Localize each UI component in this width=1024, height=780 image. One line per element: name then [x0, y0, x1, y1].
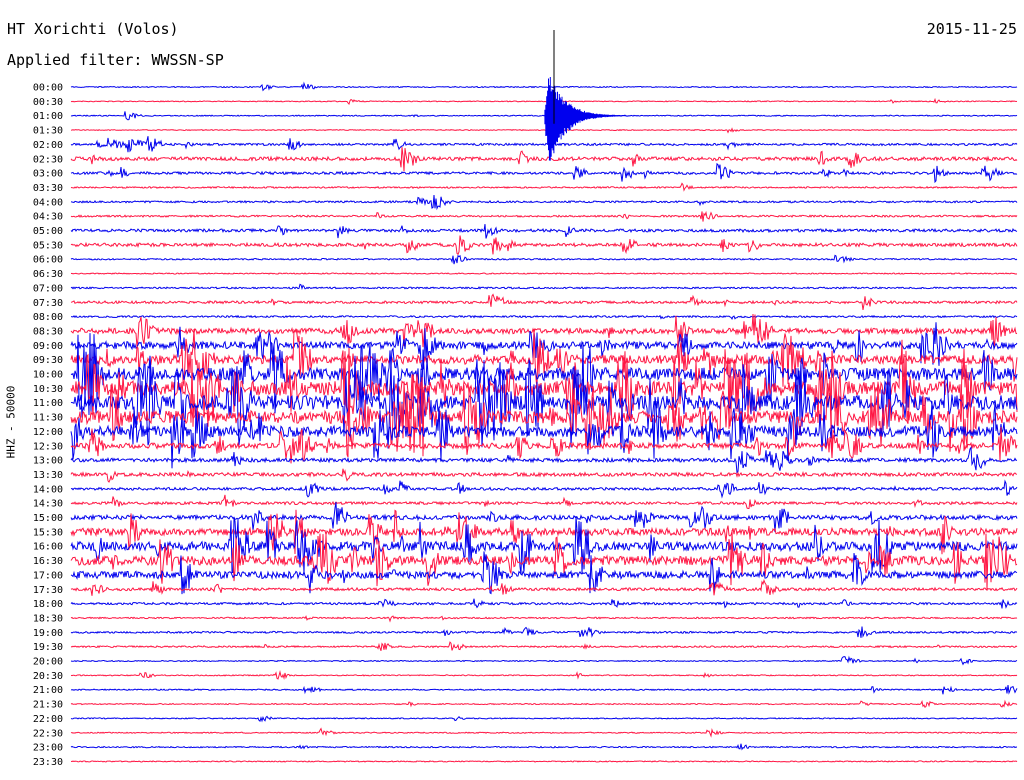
trace-row-1600 [70, 515, 1018, 575]
row-label-2330: 23:30 [33, 757, 63, 768]
row-label-1100: 11:00 [33, 398, 63, 409]
trace-row-2000 [70, 655, 1018, 666]
trace-row-1430 [70, 494, 1018, 509]
row-label-1830: 18:30 [33, 613, 63, 624]
trace-row-0600 [70, 254, 1018, 265]
row-label-1800: 18:00 [33, 599, 63, 610]
row-label-1630: 16:30 [33, 556, 63, 567]
row-label-0030: 00:30 [33, 97, 63, 108]
trace-row-0430 [70, 210, 1018, 222]
row-label-1430: 14:30 [33, 499, 63, 510]
trace-row-0300 [70, 162, 1018, 184]
seismogram-traces [70, 30, 1018, 763]
row-label-1400: 14:00 [33, 484, 63, 495]
row-label-2130: 21:30 [33, 700, 63, 711]
row-label-0130: 01:30 [33, 126, 63, 137]
trace-row-0630 [70, 272, 1018, 275]
row-label-0330: 03:30 [33, 183, 63, 194]
trace-row-0200 [70, 136, 1018, 153]
row-label-2230: 22:30 [33, 728, 63, 739]
row-label-1200: 12:00 [33, 427, 63, 438]
trace-row-1930 [70, 641, 1018, 651]
row-label-1900: 19:00 [33, 628, 63, 639]
trace-row-0500 [70, 224, 1018, 239]
trace-row-1300 [70, 446, 1018, 474]
trace-row-1800 [70, 598, 1018, 609]
row-label-1330: 13:30 [33, 470, 63, 481]
row-label-0230: 02:30 [33, 154, 63, 165]
row-label-1730: 17:30 [33, 585, 63, 596]
helicorder-plot: 00:00 00:30 01:00 01:30 02:00 02:30 03:00 03:30… [33, 30, 1018, 768]
row-label-0800: 08:00 [33, 312, 63, 323]
trace-row-0100 [70, 111, 1018, 121]
row-label-1130: 11:30 [33, 413, 63, 424]
row-label-2100: 21:00 [33, 685, 63, 696]
trace-row-0730 [70, 293, 1018, 310]
trace-row-2200 [70, 715, 1018, 723]
row-label-0700: 07:00 [33, 283, 63, 294]
trace-row-2300 [70, 743, 1018, 751]
row-label-1500: 15:00 [33, 513, 63, 524]
row-label-1230: 12:30 [33, 441, 63, 452]
row-label-0100: 01:00 [33, 111, 63, 122]
row-label-0200: 02:00 [33, 140, 63, 151]
trace-row-1330 [70, 468, 1018, 483]
row-label-2200: 22:00 [33, 714, 63, 725]
trace-row-0400 [70, 194, 1018, 211]
trace-row-2330 [70, 760, 1018, 763]
row-label-0430: 04:30 [33, 212, 63, 223]
row-label-1300: 13:00 [33, 456, 63, 467]
event-0 [544, 77, 652, 161]
row-label-2030: 20:30 [33, 671, 63, 682]
trace-row-1500 [70, 502, 1018, 533]
row-label-0900: 09:00 [33, 341, 63, 352]
trace-row-0030 [70, 97, 1018, 105]
row-label-0830: 08:30 [33, 326, 63, 337]
row-label-0300: 03:00 [33, 169, 63, 180]
trace-row-1230 [70, 426, 1018, 464]
row-labels: 00:00 00:30 01:00 01:30 02:00 02:30 03:00 03:30… [33, 83, 63, 768]
trace-row-1730 [70, 578, 1018, 596]
trace-row-1900 [70, 626, 1018, 638]
row-label-1030: 10:30 [33, 384, 63, 395]
row-label-2000: 20:00 [33, 657, 63, 668]
trace-row-0700 [70, 283, 1018, 291]
row-label-1000: 10:00 [33, 370, 63, 381]
row-label-0630: 06:30 [33, 269, 63, 280]
row-label-0400: 04:00 [33, 197, 63, 208]
trace-row-0230 [70, 147, 1018, 172]
trace-row-1400 [70, 479, 1018, 499]
row-label-0930: 09:30 [33, 355, 63, 366]
row-label-2300: 23:00 [33, 743, 63, 754]
trace-row-2100 [70, 685, 1018, 695]
row-label-0600: 06:00 [33, 255, 63, 266]
trace-row-0530 [70, 235, 1018, 256]
trace-row-0130 [71, 127, 1018, 134]
trace-row-1830 [70, 615, 1018, 623]
row-label-0730: 07:30 [33, 298, 63, 309]
trace-row-2230 [70, 727, 1018, 738]
row-label-1600: 16:00 [33, 542, 63, 553]
row-label-1700: 17:00 [33, 570, 63, 581]
row-label-1930: 19:30 [33, 642, 63, 653]
row-label-1530: 15:30 [33, 527, 63, 538]
trace-row-2030 [70, 670, 1018, 680]
row-label-0500: 05:00 [33, 226, 63, 237]
row-label-0000: 00:00 [33, 83, 63, 94]
row-label-0530: 05:30 [33, 240, 63, 251]
trace-row-2130 [70, 699, 1018, 708]
trace-row-0330 [70, 182, 1018, 192]
trace-row-0000 [70, 81, 1018, 92]
trace-row-0800 [70, 314, 1018, 320]
